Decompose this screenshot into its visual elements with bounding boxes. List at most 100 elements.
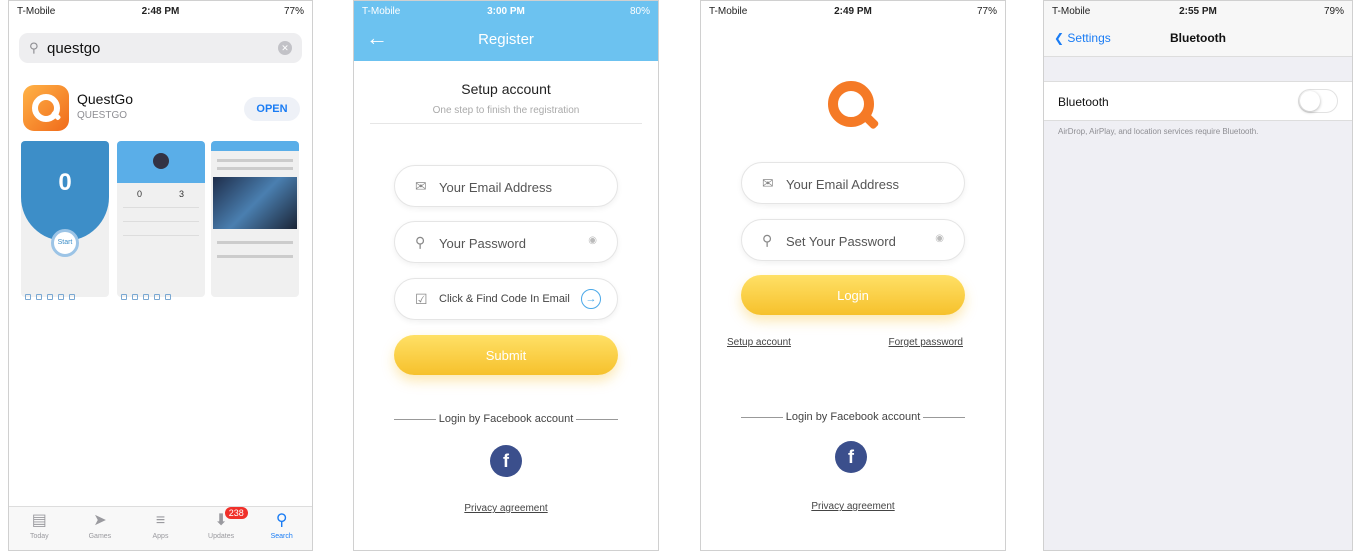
tab-games[interactable]: ➤ Games — [70, 507, 131, 550]
forget-password-link[interactable]: Forget password — [889, 337, 963, 348]
today-icon: ▤ — [31, 512, 47, 529]
search-input[interactable] — [47, 38, 267, 58]
login-screen: T-Mobile 2:49 PM 77% ✉ ⚲ ◉ Login Setup a… — [700, 0, 1006, 551]
bluetooth-settings-screen: T-Mobile 2:55 PM 79% ❮ Settings Bluetoot… — [1043, 0, 1353, 551]
page-title: Setup account — [461, 81, 551, 97]
divider — [923, 417, 965, 418]
toggle-knob — [1300, 91, 1320, 111]
bluetooth-footnote: AirDrop, AirPlay, and location services … — [1058, 127, 1259, 136]
battery-level: 80% — [629, 6, 650, 17]
envelope-icon: ✉ — [762, 175, 774, 191]
password-input[interactable] — [439, 233, 609, 253]
screenshot-stat-a: 0 — [137, 189, 143, 199]
key-icon: ⚲ — [415, 234, 426, 250]
screenshot-tab-icons — [121, 287, 176, 300]
open-button[interactable]: OPEN — [244, 97, 300, 121]
app-screenshot-2[interactable]: 0 3 — [117, 141, 205, 297]
app-screenshot-1[interactable]: 0 Start — [21, 141, 109, 297]
key-icon: ⚲ — [762, 232, 773, 248]
password-field[interactable]: ⚲ ◉ — [394, 221, 618, 263]
status-bar: T-Mobile 3:00 PM 80% — [354, 1, 658, 21]
tab-label: Games — [88, 533, 112, 540]
avatar — [153, 153, 169, 169]
submit-button[interactable]: Submit — [394, 335, 618, 375]
app-screenshot-3[interactable] — [211, 141, 299, 297]
layers-icon: ≡ — [155, 512, 166, 529]
screenshot-tab-icons — [25, 287, 80, 300]
clear-search-icon[interactable]: ✕ — [278, 41, 292, 55]
screenshot-start-button: Start — [51, 229, 79, 257]
tab-updates[interactable]: ⬇ 238 Updates — [191, 507, 252, 550]
setup-account-link[interactable]: Setup account — [727, 337, 791, 348]
tab-label: Updates — [208, 533, 235, 540]
tab-apps[interactable]: ≡ Apps — [130, 507, 191, 550]
search-bar[interactable]: ⚲ ✕ — [19, 33, 302, 63]
page-subtitle: One step to finish the registration — [432, 105, 580, 116]
bluetooth-label: Bluetooth — [1058, 95, 1109, 109]
privacy-agreement-link[interactable]: Privacy agreement — [701, 501, 1005, 512]
email-field[interactable]: ✉ — [741, 162, 965, 204]
envelope-icon: ✉ — [415, 178, 427, 194]
app-store-screen: T-Mobile 2:48 PM 77% ⚲ ✕ QuestGo QUESTGO… — [8, 0, 313, 551]
status-time: 2:49 PM — [834, 6, 872, 17]
updates-badge: 238 — [224, 507, 248, 519]
status-time: 2:48 PM — [141, 6, 180, 17]
status-time: 2:55 PM — [1179, 6, 1217, 17]
text-line — [217, 159, 293, 162]
facebook-divider: Login by Facebook account — [394, 411, 618, 427]
email-field[interactable]: ✉ — [394, 165, 618, 207]
email-input[interactable] — [439, 177, 609, 197]
facebook-divider: Login by Facebook account — [741, 409, 965, 425]
status-bar: T-Mobile 2:48 PM 77% — [9, 1, 312, 21]
divider — [576, 419, 618, 420]
tab-label: Search — [270, 533, 293, 540]
code-label: Click & Find Code In Email — [439, 293, 570, 305]
password-field[interactable]: ⚲ ◉ — [741, 219, 965, 261]
facebook-icon[interactable]: f — [835, 441, 867, 473]
tab-label: Apps — [152, 533, 169, 540]
privacy-agreement-link[interactable]: Privacy agreement — [354, 503, 658, 514]
text-line — [217, 241, 293, 244]
email-code-field[interactable]: ☑ Click & Find Code In Email → — [394, 278, 618, 320]
eye-icon[interactable]: ◉ — [935, 233, 944, 244]
battery-level: 77% — [283, 6, 304, 17]
facebook-icon[interactable]: f — [490, 445, 522, 477]
nav-title: Register — [478, 31, 534, 48]
rocket-icon: ➤ — [93, 512, 107, 529]
status-bar: T-Mobile 2:55 PM 79% — [1044, 1, 1352, 21]
bluetooth-toggle[interactable] — [1298, 89, 1338, 113]
text-line — [217, 167, 293, 170]
status-time: 3:00 PM — [487, 6, 525, 17]
screenshot-counter: 0 — [58, 169, 72, 196]
arrow-right-icon[interactable]: → — [581, 289, 601, 309]
email-input[interactable] — [786, 174, 956, 194]
tab-search[interactable]: ⚲ Search — [251, 507, 312, 550]
register-screen: T-Mobile 3:00 PM 80% ← Register Setup ac… — [353, 0, 659, 551]
nav-title: Bluetooth — [1170, 31, 1226, 45]
status-bar: T-Mobile 2:49 PM 77% — [701, 1, 1005, 21]
app-name[interactable]: QuestGo — [77, 91, 133, 107]
search-icon: ⚲ — [275, 512, 288, 529]
divider — [123, 207, 199, 208]
tab-bar: ▤ Today ➤ Games ≡ Apps ⬇ 238 Updates ⚲ S… — [9, 506, 312, 550]
battery-level: 79% — [1323, 6, 1344, 17]
login-button[interactable]: Login — [741, 275, 965, 315]
divider — [123, 221, 199, 222]
screenshot-photo — [213, 177, 297, 229]
questgo-logo-tail — [860, 110, 880, 131]
eye-icon[interactable]: ◉ — [588, 235, 597, 246]
search-icon: ⚲ — [29, 40, 39, 55]
tab-today[interactable]: ▤ Today — [9, 507, 70, 550]
battery-level: 77% — [976, 6, 997, 17]
tab-label: Today — [29, 533, 49, 540]
questgo-app-icon[interactable] — [23, 85, 69, 131]
app-developer: QUESTGO — [77, 110, 128, 121]
nav-bar: T-Mobile 2:55 PM 79% ❮ Settings Bluetoot… — [1044, 1, 1352, 57]
divider — [123, 235, 199, 236]
screenshot-stat-b: 3 — [179, 189, 185, 199]
password-input[interactable] — [786, 231, 956, 251]
screenshot-header — [211, 141, 299, 151]
bluetooth-row: Bluetooth — [1044, 81, 1352, 121]
text-line — [217, 255, 293, 258]
shield-check-icon: ☑ — [415, 291, 428, 307]
